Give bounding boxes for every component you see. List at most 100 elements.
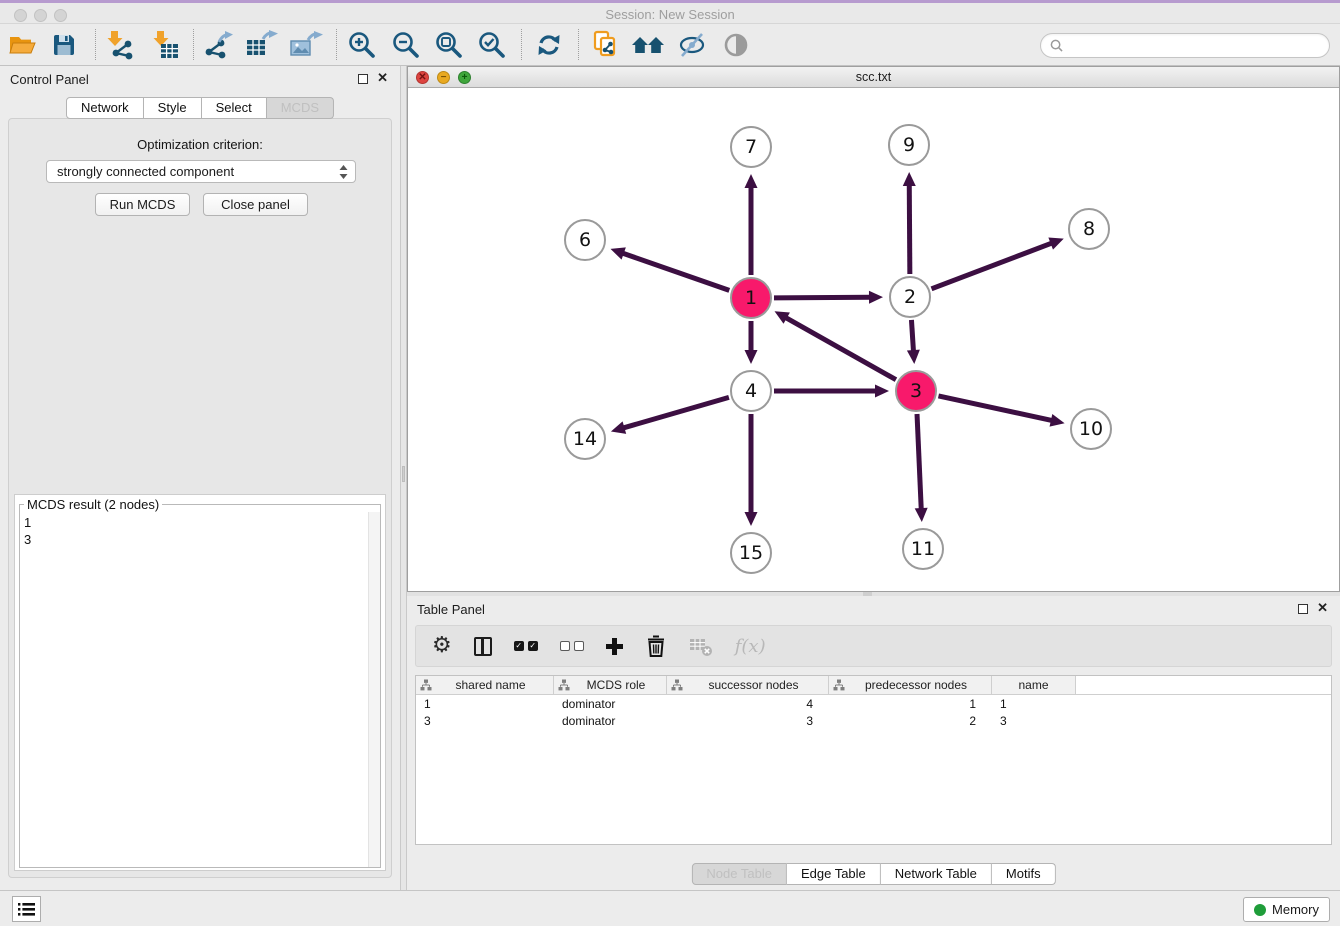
deselect-all-icon[interactable] (560, 631, 584, 661)
float-table-panel-icon[interactable] (1298, 604, 1308, 614)
column-header-shared-name[interactable]: shared name (416, 676, 554, 694)
graph-node-9[interactable]: 9 (888, 124, 930, 166)
memory-button[interactable]: Memory (1243, 897, 1330, 922)
node-table[interactable]: shared name MCDS role successor nodes pr… (415, 675, 1332, 845)
graph-node-6[interactable]: 6 (564, 219, 606, 261)
network-canvas[interactable]: 7 9 6 8 1 2 4 3 14 10 15 11 (408, 88, 1339, 591)
tree-icon (671, 679, 683, 691)
columns-icon[interactable] (474, 631, 492, 661)
search-input[interactable] (1068, 38, 1320, 54)
cell-name[interactable]: 3 (992, 714, 1076, 728)
close-table-panel-icon[interactable]: ✕ (1317, 600, 1328, 616)
network-window-titlebar[interactable]: ✕ − + scc.txt (408, 67, 1339, 88)
splitter-grabber[interactable] (402, 466, 405, 482)
tab-node-table[interactable]: Node Table (691, 863, 787, 885)
mcds-result-box: MCDS result (2 nodes) 13 (14, 494, 386, 871)
graph-edge-2-8[interactable] (932, 243, 1053, 289)
edge-arrowhead (611, 421, 626, 433)
graph-edge-1-2[interactable] (774, 297, 871, 298)
graph-edge-1-6[interactable] (622, 253, 729, 291)
cell-MCDS-role[interactable]: dominator (554, 714, 667, 728)
graph-node-14[interactable]: 14 (564, 418, 606, 460)
tab-select[interactable]: Select (202, 97, 267, 119)
cell-successor-nodes[interactable]: 3 (667, 714, 829, 728)
status-bar: Memory (0, 890, 1340, 926)
column-header-predecessor-nodes[interactable]: predecessor nodes (829, 676, 992, 694)
graph-node-15[interactable]: 15 (730, 532, 772, 574)
column-label: name (996, 678, 1071, 692)
graph-edge-4-14[interactable] (622, 397, 728, 428)
cell-predecessor-nodes[interactable]: 1 (829, 697, 992, 711)
zoom-out-icon[interactable] (389, 29, 423, 61)
graph-node-4[interactable]: 4 (730, 370, 772, 412)
control-panel-title: Control Panel (10, 72, 89, 87)
mcds-result-list[interactable]: 13 (24, 514, 380, 548)
column-header-successor-nodes[interactable]: successor nodes (667, 676, 829, 694)
close-panel-icon[interactable]: ✕ (377, 70, 388, 86)
column-header-MCDS-role[interactable]: MCDS role (554, 676, 667, 694)
network-edges[interactable] (408, 88, 1339, 591)
export-table-icon[interactable] (245, 29, 279, 61)
export-network-icon[interactable] (201, 29, 235, 61)
eye-icon[interactable] (719, 29, 753, 61)
optimization-select[interactable]: strongly connected component (46, 160, 356, 183)
graph-edge-3-1[interactable] (785, 317, 896, 380)
zoom-selected-icon[interactable] (475, 29, 509, 61)
column-header-name[interactable]: name (992, 676, 1076, 694)
search-box[interactable] (1040, 33, 1330, 58)
gear-icon[interactable]: ⚙ (432, 631, 452, 661)
import-table-icon[interactable] (148, 29, 182, 61)
graph-edge-2-3[interactable] (911, 320, 913, 352)
cell-name[interactable]: 1 (992, 697, 1076, 711)
task-history-button[interactable] (12, 896, 41, 922)
table-row[interactable]: 3dominator323 (416, 712, 1331, 729)
vertical-splitter[interactable] (400, 66, 407, 890)
graph-node-11[interactable]: 11 (902, 528, 944, 570)
graph-node-3[interactable]: 3 (895, 370, 937, 412)
graph-edge-2-9[interactable] (909, 184, 910, 274)
tab-style[interactable]: Style (144, 97, 202, 119)
tab-network[interactable]: Network (66, 97, 144, 119)
tab-edge-table[interactable]: Edge Table (787, 863, 881, 885)
run-mcds-button[interactable]: Run MCDS (95, 193, 190, 216)
hide-graphics-icon[interactable] (675, 29, 709, 61)
graph-edge-3-11[interactable] (917, 414, 921, 510)
float-panel-icon[interactable] (358, 74, 368, 84)
close-panel-button[interactable]: Close panel (203, 193, 308, 216)
cell-MCDS-role[interactable]: dominator (554, 697, 667, 711)
table-row[interactable]: 1dominator411 (416, 695, 1331, 712)
edge-arrowhead (915, 508, 928, 522)
add-icon[interactable] (606, 631, 623, 661)
save-session-icon[interactable] (47, 29, 81, 61)
open-file-icon[interactable] (5, 29, 39, 61)
edge-arrowhead (1050, 414, 1065, 427)
graph-node-1[interactable]: 1 (730, 277, 772, 319)
zoom-in-icon[interactable] (345, 29, 379, 61)
copy-network-icon[interactable] (588, 29, 622, 61)
zoom-fit-icon[interactable] (432, 29, 466, 61)
graph-node-10[interactable]: 10 (1070, 408, 1112, 450)
tab-mcds[interactable]: MCDS (267, 97, 334, 119)
graph-edge-3-10[interactable] (938, 396, 1052, 421)
export-image-icon[interactable] (289, 29, 323, 61)
delete-icon[interactable] (645, 631, 667, 661)
tree-icon (420, 679, 432, 691)
cell-shared-name[interactable]: 3 (416, 714, 554, 728)
refresh-icon[interactable] (532, 29, 566, 61)
tab-network-table[interactable]: Network Table (881, 863, 992, 885)
graph-node-2[interactable]: 2 (889, 276, 931, 318)
tab-motifs[interactable]: Motifs (992, 863, 1056, 885)
memory-status-icon (1254, 904, 1266, 916)
select-all-icon[interactable]: ✓✓ (514, 631, 538, 661)
edge-arrowhead (745, 350, 758, 364)
cell-predecessor-nodes[interactable]: 2 (829, 714, 992, 728)
column-label: MCDS role (570, 678, 662, 692)
homes-icon[interactable] (631, 29, 665, 61)
memory-label: Memory (1272, 902, 1319, 917)
import-network-icon[interactable] (102, 29, 136, 61)
result-scrollbar[interactable] (368, 512, 380, 867)
graph-node-7[interactable]: 7 (730, 126, 772, 168)
graph-node-8[interactable]: 8 (1068, 208, 1110, 250)
cell-shared-name[interactable]: 1 (416, 697, 554, 711)
cell-successor-nodes[interactable]: 4 (667, 697, 829, 711)
